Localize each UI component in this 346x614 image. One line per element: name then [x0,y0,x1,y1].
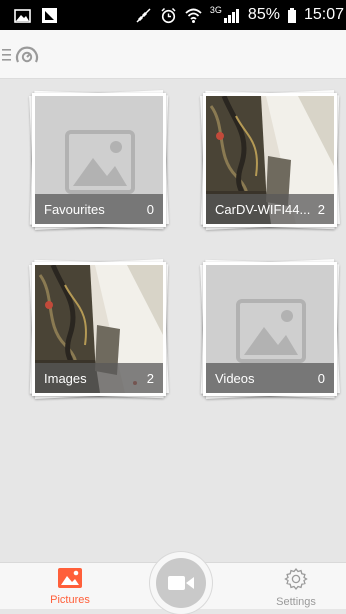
alarm-icon [161,7,176,23]
nfc-icon [42,8,57,23]
image-placeholder-icon [236,299,306,363]
app-header [0,30,346,79]
battery-icon [287,7,296,23]
video-camera-icon [168,576,194,590]
album-count: 0 [146,201,154,217]
album-tile-videos[interactable]: Videos 0 [200,259,340,399]
album-tile-cardv[interactable]: CarDV-WIFI44... 2 [200,90,340,230]
hamburger-menu-icon [2,49,11,61]
album-caption: CarDV-WIFI44... 2 [206,194,334,224]
album-tile-favourites[interactable]: Favourites 0 [29,90,169,230]
gear-icon [284,567,308,591]
album-count: 0 [317,370,325,386]
clock: 15:07 [303,6,344,23]
menu-button[interactable] [0,43,60,67]
album-caption: Favourites 0 [35,194,163,224]
camera-button[interactable] [156,558,206,608]
nav-settings[interactable]: Settings [256,567,336,608]
nav-settings-label: Settings [276,596,316,608]
album-name: Images [44,370,87,386]
album-caption: Videos 0 [206,363,334,393]
pictures-icon [58,568,82,588]
album-name: CarDV-WIFI44... [215,201,311,217]
album-count: 2 [146,370,154,386]
mute-icon [136,7,151,23]
album-tile-images[interactable]: Images 2 [29,259,169,399]
image-notification-icon [14,9,31,23]
wifi-icon [185,8,202,23]
nav-pictures-label: Pictures [50,594,90,606]
app-logo-icon [15,46,39,63]
network-type: 3G [209,5,222,15]
album-name: Favourites [44,201,105,217]
status-bar: 3G 85% 15:07 [0,0,346,30]
album-name: Videos [215,370,255,386]
nav-pictures[interactable]: Pictures [30,567,110,606]
album-caption: Images 2 [35,363,163,393]
signal-icon [223,8,239,23]
battery-percent: 85% [247,6,280,23]
album-count: 2 [317,201,325,217]
camera-button-frame [150,552,212,614]
image-placeholder-icon [65,130,135,194]
